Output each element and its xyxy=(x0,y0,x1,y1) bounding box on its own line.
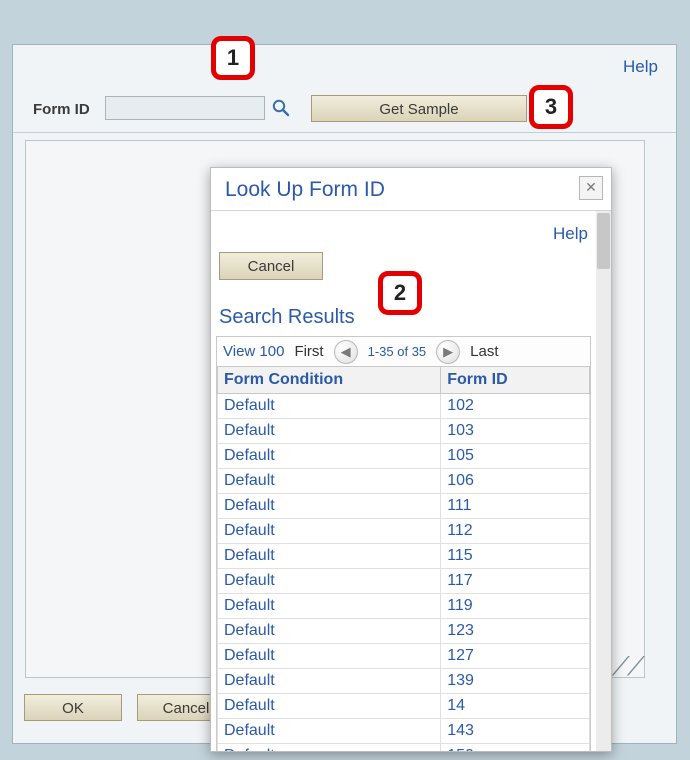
modal-title: Look Up Form ID xyxy=(225,178,385,202)
table-row[interactable]: Default111 xyxy=(218,494,590,519)
modal-help-link[interactable]: Help xyxy=(553,224,588,244)
col-form-condition[interactable]: Form Condition xyxy=(218,367,441,394)
cell-form-id[interactable]: 117 xyxy=(441,569,590,594)
scrollbar[interactable] xyxy=(596,211,611,751)
table-row[interactable]: Default105 xyxy=(218,444,590,469)
cell-form-condition[interactable]: Default xyxy=(218,469,441,494)
view-100-link[interactable]: View 100 xyxy=(223,343,284,360)
table-row[interactable]: Default150 xyxy=(218,744,590,752)
table-row[interactable]: Default127 xyxy=(218,644,590,669)
table-row[interactable]: Default117 xyxy=(218,569,590,594)
cell-form-id[interactable]: 123 xyxy=(441,619,590,644)
table-row[interactable]: Default102 xyxy=(218,394,590,419)
results-table: Form Condition Form ID Default102Default… xyxy=(217,366,590,751)
cell-form-id[interactable]: 14 xyxy=(441,694,590,719)
cell-form-condition[interactable]: Default xyxy=(218,444,441,469)
table-row[interactable]: Default143 xyxy=(218,719,590,744)
pager-count: 1-35 of 35 xyxy=(368,344,427,359)
close-icon[interactable]: ✕ xyxy=(579,176,603,200)
table-row[interactable]: Default112 xyxy=(218,519,590,544)
lookup-icon[interactable] xyxy=(271,98,291,118)
cell-form-condition[interactable]: Default xyxy=(218,744,441,752)
pager-prev-icon[interactable]: ◀ xyxy=(334,340,358,364)
cell-form-condition[interactable]: Default xyxy=(218,419,441,444)
search-results-heading: Search Results xyxy=(219,306,355,329)
results-table-wrap: Form Condition Form ID Default102Default… xyxy=(216,366,591,751)
cell-form-condition[interactable]: Default xyxy=(218,594,441,619)
cell-form-condition[interactable]: Default xyxy=(218,519,441,544)
cell-form-condition[interactable]: Default xyxy=(218,394,441,419)
table-row[interactable]: Default106 xyxy=(218,469,590,494)
cell-form-id[interactable]: 143 xyxy=(441,719,590,744)
results-table-body: Default102Default103Default105Default106… xyxy=(218,394,590,752)
results-table-head: Form Condition Form ID xyxy=(218,367,590,394)
lookup-modal: Look Up Form ID ✕ Help Cancel Search Res… xyxy=(210,167,612,752)
modal-cancel-button[interactable]: Cancel xyxy=(219,252,323,280)
cell-form-condition[interactable]: Default xyxy=(218,619,441,644)
table-row[interactable]: Default139 xyxy=(218,669,590,694)
ok-button[interactable]: OK xyxy=(24,694,122,721)
get-sample-button[interactable]: Get Sample xyxy=(311,95,527,122)
resize-handle-icon[interactable]: ⟋⟋ xyxy=(612,657,642,675)
annotation-2: 2 xyxy=(378,271,422,315)
cell-form-id[interactable]: 102 xyxy=(441,394,590,419)
cell-form-id[interactable]: 115 xyxy=(441,544,590,569)
pager-next-icon[interactable]: ▶ xyxy=(436,340,460,364)
annotation-1: 1 xyxy=(211,36,255,80)
cell-form-id[interactable]: 105 xyxy=(441,444,590,469)
table-row[interactable]: Default119 xyxy=(218,594,590,619)
pager-first[interactable]: First xyxy=(294,343,323,360)
cell-form-id[interactable]: 119 xyxy=(441,594,590,619)
cell-form-condition[interactable]: Default xyxy=(218,494,441,519)
cell-form-condition[interactable]: Default xyxy=(218,669,441,694)
cell-form-condition[interactable]: Default xyxy=(218,569,441,594)
form-id-label: Form ID xyxy=(33,101,90,118)
cell-form-id[interactable]: 111 xyxy=(441,494,590,519)
table-row[interactable]: Default14 xyxy=(218,694,590,719)
modal-title-bar: Look Up Form ID ✕ xyxy=(211,168,611,211)
cell-form-id[interactable]: 106 xyxy=(441,469,590,494)
cell-form-id[interactable]: 112 xyxy=(441,519,590,544)
cell-form-id[interactable]: 127 xyxy=(441,644,590,669)
divider xyxy=(13,132,676,133)
cell-form-condition[interactable]: Default xyxy=(218,544,441,569)
col-form-id[interactable]: Form ID xyxy=(441,367,590,394)
pager-last[interactable]: Last xyxy=(470,343,498,360)
cell-form-condition[interactable]: Default xyxy=(218,644,441,669)
cell-form-condition[interactable]: Default xyxy=(218,694,441,719)
pager-bar: View 100 First ◀ 1-35 of 35 ▶ Last xyxy=(216,336,591,366)
cell-form-id[interactable]: 103 xyxy=(441,419,590,444)
table-row[interactable]: Default123 xyxy=(218,619,590,644)
annotation-3: 3 xyxy=(529,85,573,129)
cell-form-id[interactable]: 150 xyxy=(441,744,590,752)
scrollbar-thumb[interactable] xyxy=(597,213,610,269)
form-id-input[interactable] xyxy=(105,96,265,120)
table-row[interactable]: Default115 xyxy=(218,544,590,569)
cell-form-id[interactable]: 139 xyxy=(441,669,590,694)
cell-form-condition[interactable]: Default xyxy=(218,719,441,744)
help-link[interactable]: Help xyxy=(623,57,658,77)
table-row[interactable]: Default103 xyxy=(218,419,590,444)
